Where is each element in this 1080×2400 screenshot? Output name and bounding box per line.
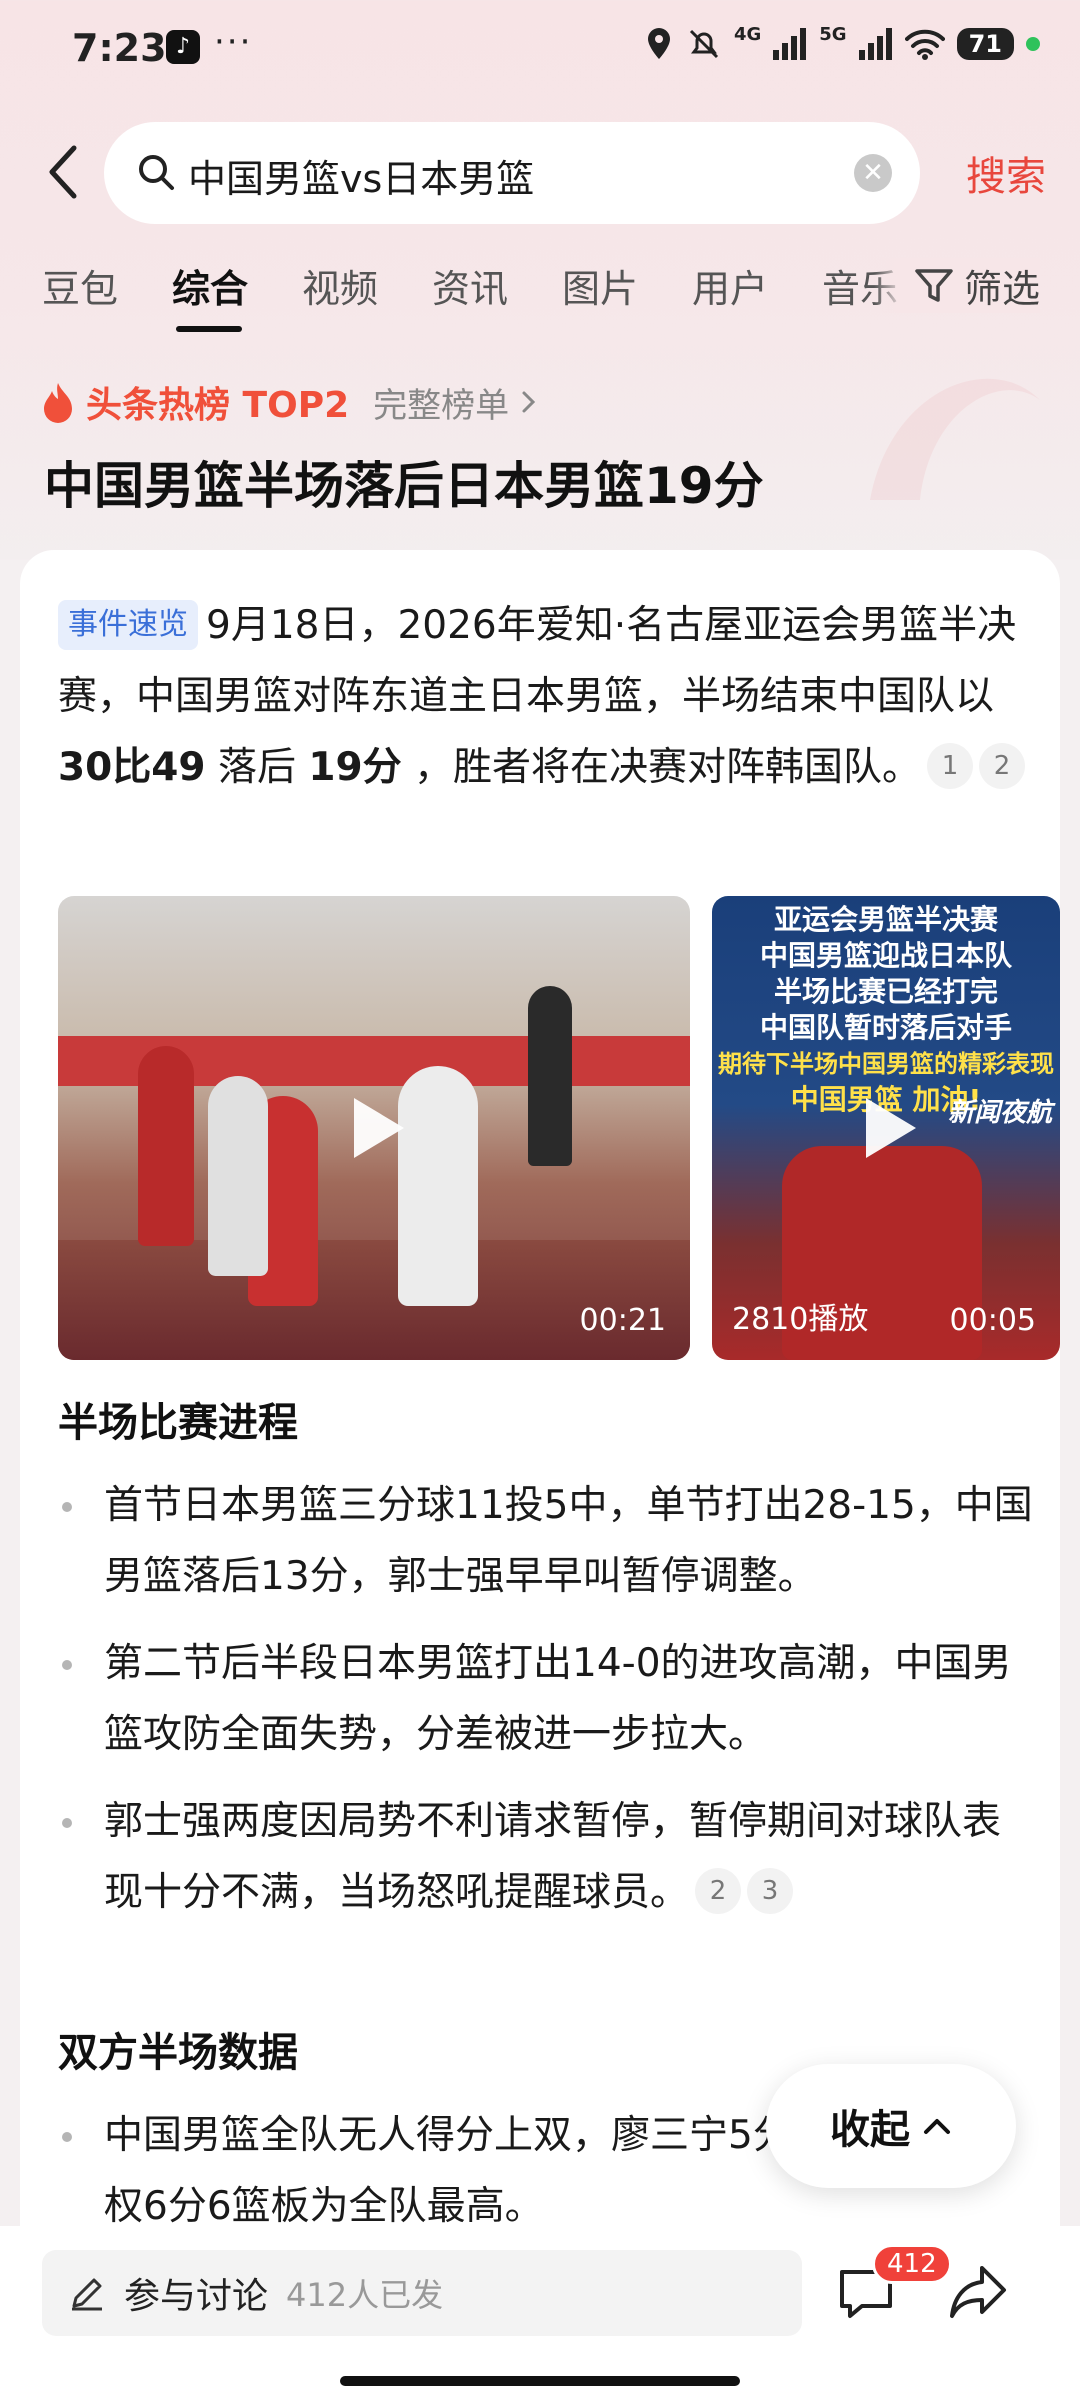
player-figure bbox=[208, 1076, 268, 1276]
list-item: 第二节后半段日本男篮打出14-0的进攻高潮，中国男篮攻防全面失势，分差被进一步拉… bbox=[58, 1628, 1038, 1770]
search-header: 中国男篮vs日本男篮 ✕ 搜索 bbox=[0, 118, 1080, 228]
deficit-text: 19分 bbox=[308, 745, 402, 790]
tab-comprehensive[interactable]: 综合 bbox=[172, 258, 248, 313]
filter-button[interactable]: 筛选 bbox=[873, 258, 1040, 313]
chevron-right-icon bbox=[522, 391, 536, 413]
reference-badge[interactable]: 1 bbox=[927, 743, 974, 789]
active-tab-indicator bbox=[176, 326, 242, 332]
filter-label: 筛选 bbox=[963, 267, 1040, 311]
tiktok-notification-icon: ♪ bbox=[166, 30, 200, 64]
status-time: 7:23 bbox=[72, 26, 167, 70]
full-list-link[interactable]: 完整榜单 bbox=[373, 378, 509, 427]
tab-video[interactable]: 视频 bbox=[302, 258, 378, 313]
tab-doubao[interactable]: 豆包 bbox=[42, 258, 118, 313]
discussion-input[interactable]: 参与讨论 412人已发 bbox=[42, 2250, 802, 2336]
back-arrow-icon[interactable] bbox=[40, 142, 90, 202]
play-icon bbox=[866, 1098, 916, 1158]
caption-line: 中国队暂时落后对手 bbox=[759, 1011, 1012, 1044]
search-button[interactable]: 搜索 bbox=[966, 144, 1046, 202]
hot-rank-label: 头条热榜 TOP2 bbox=[86, 385, 350, 426]
summary-text: 落后 bbox=[205, 745, 309, 790]
decorative-swirl bbox=[870, 378, 1040, 500]
search-input[interactable]: 中国男篮vs日本男篮 ✕ bbox=[104, 122, 920, 224]
caption-line: 半场比赛已经打完 bbox=[773, 975, 998, 1008]
section-title-stats: 双方半场数据 bbox=[58, 2030, 298, 2076]
score-text: 30比49 bbox=[58, 745, 206, 790]
comment-count-badge: 412 bbox=[872, 2244, 952, 2284]
mute-icon bbox=[689, 29, 719, 59]
signal-4g-icon: 4G bbox=[733, 23, 762, 45]
bottom-bar: 参与讨论 412人已发 412 bbox=[0, 2226, 1080, 2400]
reference-badge[interactable]: 3 bbox=[747, 1868, 794, 1914]
status-icons: 4G 5G 71 bbox=[644, 23, 1040, 62]
list-item: 首节日本男篮三分球11投5中，单节打出28-15，中国男篮落后13分，郭士强早早… bbox=[58, 1470, 1038, 1612]
signal-bars-icon bbox=[858, 28, 892, 60]
caption-line: 亚运会男篮半决赛 bbox=[773, 903, 998, 936]
video-caption: 亚运会男篮半决赛 中国男篮迎战日本队 半场比赛已经打完 中国队暂时落后对手 期待… bbox=[712, 902, 1060, 1118]
player-figure bbox=[398, 1066, 478, 1306]
home-indicator[interactable] bbox=[340, 2376, 740, 2386]
search-query: 中国男篮vs日本男篮 bbox=[188, 157, 535, 201]
video-thumbnail-news[interactable]: 亚运会男篮半决赛 中国男篮迎战日本队 半场比赛已经打完 中国队暂时落后对手 期待… bbox=[712, 896, 1060, 1360]
discussion-count: 412人已发 bbox=[286, 2276, 444, 2314]
page-title: 中国男篮半场落后日本男篮19分 bbox=[44, 457, 764, 515]
filter-icon bbox=[915, 268, 953, 302]
news-brand-logo: 新闻夜航 bbox=[947, 1098, 1052, 1128]
more-notifications-icon: ··· bbox=[214, 22, 253, 62]
share-icon[interactable] bbox=[946, 2260, 1010, 2322]
flame-icon bbox=[44, 383, 72, 423]
caption-line: 期待下半场中国男篮的精彩表现 bbox=[718, 1050, 1054, 1078]
discussion-label: 参与讨论 bbox=[124, 2276, 269, 2317]
summary-text: ，胜者将在决赛对阵韩国队。 bbox=[401, 745, 922, 790]
video-play-count: 2810播放 bbox=[732, 1302, 869, 1337]
hot-rank-link[interactable]: 头条热榜 TOP2 完整榜单 bbox=[40, 376, 539, 428]
status-bar: 7:23 ♪ ··· 4G 5G 71 bbox=[0, 0, 1080, 100]
tab-images[interactable]: 图片 bbox=[562, 258, 638, 313]
search-tabs: 豆包 综合 视频 资讯 图片 用户 音乐 筛选 bbox=[0, 258, 1080, 338]
tab-users[interactable]: 用户 bbox=[692, 258, 768, 313]
play-icon bbox=[354, 1098, 404, 1158]
reference-badge[interactable]: 2 bbox=[979, 743, 1026, 789]
clear-icon[interactable]: ✕ bbox=[854, 154, 892, 192]
event-summary: 事件速览 9月18日，2026年爱知·名古屋亚运会男篮半决赛，中国男篮对阵东道主日… bbox=[58, 590, 1038, 803]
video-duration: 00:05 bbox=[949, 1303, 1036, 1338]
video-thumbnail-game[interactable]: 00:21 bbox=[58, 896, 690, 1360]
collapse-button[interactable]: 收起 bbox=[766, 2064, 1016, 2188]
pen-icon bbox=[72, 2278, 102, 2311]
reference-badge[interactable]: 2 bbox=[695, 1868, 742, 1914]
court-floor bbox=[58, 1240, 690, 1360]
signal-5g-icon: 5G bbox=[819, 23, 847, 45]
summary-text: 9月18日，2026年爱知·名古屋亚运会男篮半决赛，中国男篮对阵东道主日本男篮，… bbox=[58, 603, 1017, 719]
video-duration: 00:21 bbox=[579, 1303, 666, 1338]
section-title-progress: 半场比赛进程 bbox=[58, 1400, 298, 1446]
location-icon bbox=[647, 28, 670, 59]
wifi-icon bbox=[904, 29, 945, 60]
list-item: 郭士强两度因局势不利请求暂停，暂停期间对球队表现十分不满，当场怒吼提醒球员。 2 3 bbox=[58, 1786, 1038, 1928]
privacy-indicator-icon bbox=[1026, 37, 1040, 51]
referee-figure bbox=[528, 986, 572, 1166]
chevron-up-icon bbox=[924, 2119, 950, 2134]
search-icon bbox=[139, 155, 174, 190]
battery-indicator: 71 bbox=[956, 28, 1014, 60]
caption-line: 中国男篮迎战日本队 bbox=[759, 939, 1012, 972]
collapse-label: 收起 bbox=[830, 2107, 910, 2153]
summary-tag: 事件速览 bbox=[58, 600, 198, 650]
tab-news[interactable]: 资讯 bbox=[432, 258, 508, 313]
signal-bars-icon bbox=[773, 28, 807, 60]
player-figure bbox=[138, 1046, 194, 1246]
progress-list: 首节日本男篮三分球11投5中，单节打出28-15，中国男篮落后13分，郭士强早早… bbox=[58, 1470, 1038, 1944]
